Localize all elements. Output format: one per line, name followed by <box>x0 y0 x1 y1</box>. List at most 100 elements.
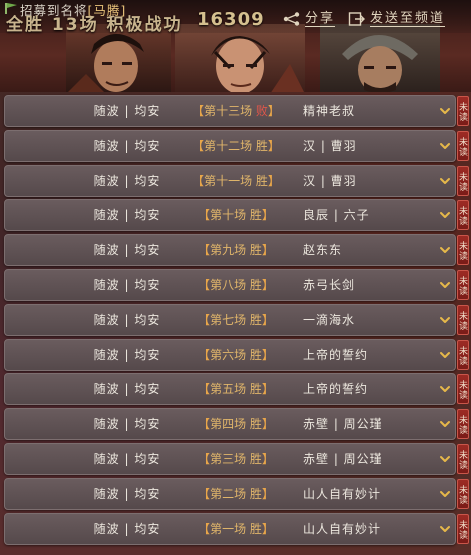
round-outcome: 胜 <box>249 313 262 327</box>
send-to-channel-icon <box>348 12 365 26</box>
match-row[interactable]: 随波 | 均安 【第十三场 败】 精神老叔 <box>4 95 456 127</box>
unread-badge: 未读 <box>457 131 469 161</box>
chevron-down-icon[interactable] <box>439 314 451 326</box>
round-outcome: 胜 <box>249 208 262 222</box>
team-name: 随波 | 均安 <box>93 139 161 153</box>
chevron-down-icon[interactable] <box>439 523 451 535</box>
opponent-name: 赤弓长剑 <box>303 278 356 292</box>
bracket-close: 】 <box>267 139 280 153</box>
bracket-close: 】 <box>261 382 274 396</box>
match-row[interactable]: 随波 | 均安 【第三场 胜】 赤壁 | 周公瑾 <box>4 443 456 475</box>
chevron-down-icon[interactable] <box>439 175 451 187</box>
chevron-down-icon[interactable] <box>439 349 451 361</box>
send-to-channel-label: 发送至频道 <box>370 11 446 27</box>
general-portrait-center <box>175 24 305 92</box>
unread-badge: 未读 <box>457 200 469 230</box>
opponent-name: 上帝的誓约 <box>303 382 369 396</box>
match-row[interactable]: 随波 | 均安 【第九场 胜】 赵东东 <box>4 234 456 266</box>
unread-badge: 未读 <box>457 270 469 300</box>
bracket-close: 】 <box>261 278 274 292</box>
unread-badge: 未读 <box>457 96 469 126</box>
share-button[interactable]: 分享 <box>283 8 336 30</box>
match-round-result: 【第二场 胜】 <box>181 479 291 509</box>
chevron-down-icon[interactable] <box>439 453 451 465</box>
match-row[interactable]: 随波 | 均安 【第十场 胜】 良辰 | 六子 <box>4 199 456 231</box>
match-round-result: 【第六场 胜】 <box>181 340 291 370</box>
team-name: 随波 | 均安 <box>93 104 161 118</box>
opponent-name: 山人自有妙计 <box>303 487 382 501</box>
chevron-down-icon[interactable] <box>439 105 451 117</box>
team-name: 随波 | 均安 <box>93 313 161 327</box>
chevron-down-icon[interactable] <box>439 488 451 500</box>
bracket-open: 【 <box>198 278 211 292</box>
round-label: 第六场 <box>210 348 247 362</box>
match-row[interactable]: 随波 | 均安 【第二场 胜】 山人自有妙计 <box>4 478 456 510</box>
unread-badge: 未读 <box>457 340 469 370</box>
send-to-channel-button[interactable]: 发送至频道 <box>348 8 446 30</box>
round-label: 第十三场 <box>204 104 253 118</box>
bracket-open: 【 <box>198 348 211 362</box>
team-name: 随波 | 均安 <box>93 452 161 466</box>
match-row[interactable]: 随波 | 均安 【第四场 胜】 赤壁 | 周公瑾 <box>4 408 456 440</box>
opponent-name: 赵东东 <box>303 243 343 257</box>
match-round-result: 【第八场 胜】 <box>181 270 291 300</box>
chevron-down-icon[interactable] <box>439 209 451 221</box>
opponent-name: 一滴海水 <box>303 313 356 327</box>
round-outcome: 胜 <box>249 522 262 536</box>
bracket-close: 】 <box>261 522 274 536</box>
match-row[interactable]: 随波 | 均安 【第五场 胜】 上帝的誓约 <box>4 373 456 405</box>
share-label: 分享 <box>305 11 336 27</box>
match-row[interactable]: 随波 | 均安 【第六场 胜】 上帝的誓约 <box>4 339 456 371</box>
match-row[interactable]: 随波 | 均安 【第七场 胜】 一滴海水 <box>4 304 456 336</box>
round-outcome: 胜 <box>249 348 262 362</box>
bracket-close: 】 <box>261 452 274 466</box>
team-name: 随波 | 均安 <box>93 487 161 501</box>
bracket-close: 】 <box>261 243 274 257</box>
share-icon <box>283 12 300 26</box>
round-label: 第二场 <box>210 487 247 501</box>
match-row[interactable]: 随波 | 均安 【第一场 胜】 山人自有妙计 <box>4 513 456 545</box>
unread-badge: 未读 <box>457 444 469 474</box>
opponent-name: 赤壁 | 周公瑾 <box>303 417 383 431</box>
bracket-open: 【 <box>198 487 211 501</box>
chevron-down-icon[interactable] <box>439 244 451 256</box>
round-outcome: 胜 <box>249 452 262 466</box>
match-row[interactable]: 随波 | 均安 【第十一场 胜】汉 | 曹羽 <box>4 165 456 197</box>
bracket-open: 【 <box>198 243 211 257</box>
unread-badge: 未读 <box>457 305 469 335</box>
match-round-result: 【第十场 胜】 <box>181 200 291 230</box>
unread-badge: 未读 <box>457 409 469 439</box>
unread-badge: 未读 <box>457 166 469 196</box>
round-outcome: 胜 <box>249 417 262 431</box>
team-name: 随波 | 均安 <box>93 174 161 188</box>
battle-summary-header: 招募到名将[马腾] 全胜 13场 积极战功 16309 分享 发送至频道 <box>0 0 471 92</box>
unread-badge: 未读 <box>457 235 469 265</box>
bracket-open: 【 <box>198 522 211 536</box>
bracket-close: 】 <box>267 104 280 118</box>
match-round-result: 【第十一场 胜】 <box>181 166 291 196</box>
chevron-down-icon[interactable] <box>439 140 451 152</box>
match-row[interactable]: 随波 | 均安 【第八场 胜】 赤弓长剑 <box>4 269 456 301</box>
chevron-down-icon[interactable] <box>439 418 451 430</box>
bracket-open: 【 <box>198 452 211 466</box>
chevron-down-icon[interactable] <box>439 383 451 395</box>
round-label: 第十一场 <box>204 174 253 188</box>
chevron-down-icon[interactable] <box>439 279 451 291</box>
opponent-name: 上帝的誓约 <box>303 348 369 362</box>
opponent-name: 汉 | 曹羽 <box>303 139 357 153</box>
team-name: 随波 | 均安 <box>93 348 161 362</box>
round-label: 第五场 <box>210 382 247 396</box>
opponent-name: 山人自有妙计 <box>303 522 382 536</box>
unread-badge: 未读 <box>457 514 469 544</box>
round-label: 第七场 <box>210 313 247 327</box>
round-label: 第九场 <box>210 243 247 257</box>
match-round-result: 【第十二场 胜】 <box>181 131 291 161</box>
round-label: 第三场 <box>210 452 247 466</box>
bracket-open: 【 <box>192 139 205 153</box>
team-name: 随波 | 均安 <box>93 243 161 257</box>
bracket-close: 】 <box>261 208 274 222</box>
match-row[interactable]: 随波 | 均安 【第十二场 胜】汉 | 曹羽 <box>4 130 456 162</box>
round-outcome: 胜 <box>255 174 268 188</box>
unread-badge: 未读 <box>457 479 469 509</box>
bracket-open: 【 <box>198 382 211 396</box>
